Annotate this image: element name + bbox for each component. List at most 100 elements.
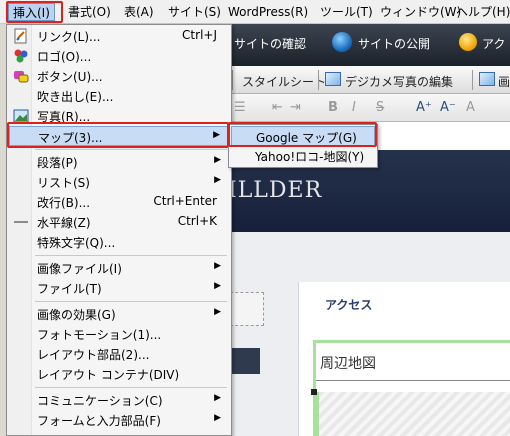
- menu-item-link[interactable]: リンク(L)... Ctrl+J: [9, 26, 229, 46]
- submenu-item-label: Google マップ(G): [256, 131, 357, 145]
- banner-title: ILLDER: [228, 178, 323, 203]
- menu-item-shortcut: Ctrl+K: [177, 214, 217, 228]
- stylesheet-button[interactable]: スタイルシート: [242, 73, 326, 90]
- menu-item-label: コミュニケーション(C): [37, 394, 163, 408]
- hr-icon: [13, 214, 29, 230]
- layout-dark-block: [230, 348, 260, 374]
- menu-item-hr[interactable]: 水平線(Z) Ctrl+K: [9, 212, 229, 232]
- menu-item-button[interactable]: ボタン(U)...: [9, 66, 229, 86]
- site-publish-button[interactable]: サイトの公開: [358, 35, 430, 52]
- map-heading: 周辺地図: [320, 356, 376, 372]
- color-icon[interactable]: A: [466, 100, 475, 115]
- menu-item-shortcut: Ctrl+Enter: [153, 194, 217, 208]
- image-button[interactable]: 画像: [498, 73, 510, 90]
- menu-item-image-effect[interactable]: 画像の効果(G) ▶: [9, 304, 229, 324]
- font-shrink-icon[interactable]: A⁻: [440, 100, 456, 115]
- submenu-arrow-icon: ▶: [214, 175, 221, 185]
- submenu-arrow-icon: ▶: [214, 155, 221, 165]
- photo-edit-icon: [325, 72, 341, 86]
- format-toolbar: ☰ ⇤ ⇥ B I S A⁺ A⁻ A: [232, 94, 510, 122]
- menu-item-label: レイアウト部品(2)...: [37, 348, 150, 362]
- submenu-item-google-maps[interactable]: Google マップ(G): [231, 126, 375, 146]
- toolbar-separator: [472, 70, 473, 90]
- menu-item-logo[interactable]: ロゴ(O)...: [9, 46, 229, 66]
- submenu-arrow-icon: ▶: [214, 261, 221, 271]
- menu-item-label: フォトモーション(1)...: [37, 328, 162, 342]
- submenu-arrow-icon: ▶: [214, 413, 221, 423]
- submenu-arrow-icon: ▶: [214, 307, 221, 317]
- font-grow-icon[interactable]: A⁺: [416, 100, 432, 115]
- image-icon: [479, 72, 495, 86]
- globe-icon: [332, 32, 352, 52]
- account-button[interactable]: アク: [482, 35, 505, 52]
- menu-item-file[interactable]: ファイル(T) ▶: [9, 278, 229, 298]
- menu-item-label: フォームと入力部品(F): [37, 414, 161, 428]
- menu-wordpress[interactable]: WordPress(R): [224, 3, 312, 21]
- menu-tools[interactable]: ツール(T): [316, 3, 377, 21]
- menu-item-label: 写真(R)...: [37, 110, 91, 124]
- menu-item-form[interactable]: フォームと入力部品(F) ▶: [9, 410, 229, 430]
- submenu-arrow-icon: ▶: [213, 130, 220, 140]
- submenu-item-yahoo-map[interactable]: Yahoo!ロコ-地図(Y): [231, 146, 375, 166]
- menu-item-label: リンク(L)...: [37, 30, 101, 44]
- menu-item-linebreak[interactable]: 改行(B)... Ctrl+Enter: [9, 192, 229, 212]
- menu-separator: [35, 149, 227, 150]
- account-icon: [459, 33, 477, 51]
- map-submenu: Google マップ(G) Yahoo!ロコ-地図(Y): [228, 124, 378, 168]
- menu-item-label: 特殊文字(Q)...: [37, 236, 116, 250]
- menu-bar: 挿入(I) 書式(O) 表(A) サイト(S) WordPress(R) ツール…: [0, 0, 510, 24]
- menu-item-label: 画像ファイル(I): [37, 262, 122, 276]
- menu-help[interactable]: ヘルプ(H): [452, 3, 510, 21]
- menu-table[interactable]: 表(A): [120, 3, 158, 21]
- submenu-arrow-icon: ▶: [214, 281, 221, 291]
- strike-icon[interactable]: S: [376, 100, 384, 115]
- indent-icon[interactable]: ⇥: [290, 100, 301, 115]
- menu-item-communication[interactable]: コミュニケーション(C) ▶: [9, 390, 229, 410]
- menu-item-label: 改行(B)...: [37, 196, 91, 210]
- menu-item-image-file[interactable]: 画像ファイル(I) ▶: [9, 258, 229, 278]
- menu-item-label: 画像の効果(G): [37, 308, 116, 322]
- menu-item-special-char[interactable]: 特殊文字(Q)...: [9, 232, 229, 252]
- submenu-item-label: Yahoo!ロコ-地図(Y): [255, 150, 365, 164]
- menu-item-list[interactable]: リスト(S) ▶: [9, 172, 229, 192]
- bold-icon[interactable]: B: [328, 100, 338, 115]
- menu-item-label: ボタン(U)...: [37, 70, 103, 84]
- menu-item-label: ファイル(T): [37, 282, 102, 296]
- toolbar-separator: [318, 70, 319, 90]
- outdent-icon[interactable]: ⇤: [272, 100, 283, 115]
- insert-dropdown-menu: リンク(L)... Ctrl+J ロゴ(O)... ボタン(U)... 吹き出し…: [6, 24, 232, 436]
- menu-item-label: 段落(P): [37, 156, 78, 170]
- photo-icon: [13, 108, 29, 124]
- access-heading: アクセス: [325, 298, 373, 312]
- menu-item-label: マップ(3)...: [38, 131, 103, 145]
- menu-item-paragraph[interactable]: 段落(P) ▶: [9, 152, 229, 172]
- menu-separator: [35, 387, 227, 388]
- toolbar-separator: [232, 70, 233, 90]
- menu-item-label: 水平線(Z): [37, 216, 91, 230]
- menu-item-layout-container[interactable]: レイアウト コンテナ(DIV): [9, 364, 229, 384]
- italic-icon[interactable]: I: [352, 100, 356, 115]
- align-icon[interactable]: ☰: [234, 100, 246, 115]
- menu-site[interactable]: サイト(S): [164, 3, 225, 21]
- logo-icon: [13, 48, 29, 64]
- menu-format[interactable]: 書式(O): [64, 3, 115, 21]
- menu-item-map[interactable]: マップ(3)... ▶: [9, 126, 229, 146]
- menu-item-photo[interactable]: 写真(R)...: [9, 106, 229, 126]
- submenu-arrow-icon: ▶: [214, 393, 221, 403]
- site-check-button[interactable]: サイトの確認: [234, 35, 306, 52]
- menu-separator: [35, 255, 227, 256]
- menu-item-balloon[interactable]: 吹き出し(E)...: [9, 86, 229, 106]
- menu-item-label: レイアウト コンテナ(DIV): [37, 368, 180, 382]
- menu-item-label: リスト(S): [37, 176, 90, 190]
- menu-insert[interactable]: 挿入(I): [8, 3, 55, 21]
- menu-item-label: 吹き出し(E)...: [37, 90, 114, 104]
- layout-placeholder: [230, 292, 264, 326]
- menu-item-photomotion[interactable]: フォトモーション(1)...: [9, 324, 229, 344]
- resize-handle[interactable]: [311, 389, 317, 395]
- link-icon: [13, 28, 29, 44]
- menu-item-label: ロゴ(O)...: [37, 50, 92, 64]
- map-placeholder[interactable]: [316, 392, 510, 436]
- menu-item-layout-parts[interactable]: レイアウト部品(2)...: [9, 344, 229, 364]
- menu-separator: [35, 301, 227, 302]
- photo-edit-button[interactable]: デジカメ写真の編集: [345, 73, 453, 90]
